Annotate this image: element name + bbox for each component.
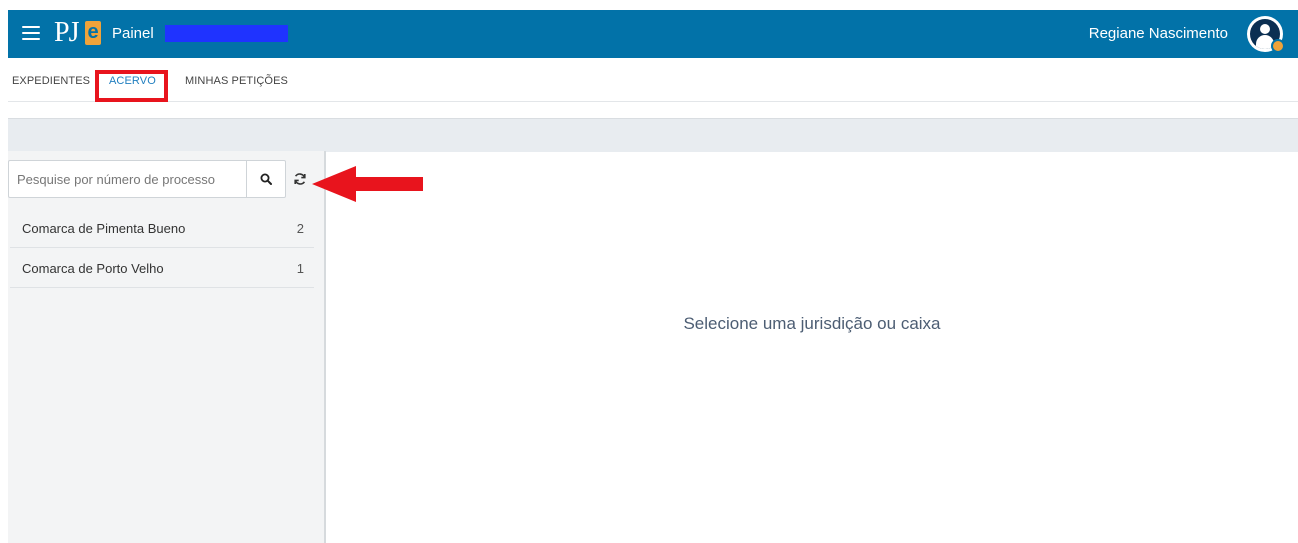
annotation-highlight-box (95, 70, 168, 102)
search-button[interactable] (246, 161, 285, 197)
redacted-block (165, 25, 288, 42)
tab-minhas-peticoes[interactable]: MINHAS PETIÇÕES (185, 75, 288, 87)
logo-e-badge: e (85, 21, 101, 45)
jurisdiction-sidebar: Comarca de Pimenta Bueno 2 Comarca de Po… (8, 151, 326, 543)
refresh-icon (294, 173, 306, 185)
top-header: PJ e Painel Regiane Nascimento (8, 10, 1298, 58)
search-icon (260, 173, 272, 185)
annotation-arrow-icon (312, 166, 423, 202)
hamburger-menu-icon[interactable] (22, 26, 40, 40)
jurisdiction-count: 2 (296, 221, 304, 236)
list-item[interactable]: Comarca de Pimenta Bueno 2 (10, 208, 314, 248)
tab-bar: EXPEDIENTES ACERVO MINHAS PETIÇÕES (8, 58, 1298, 102)
toolbar-band (8, 118, 1298, 152)
list-item[interactable]: Comarca de Porto Velho 1 (10, 248, 314, 288)
user-avatar-icon[interactable] (1247, 16, 1285, 53)
search-input[interactable] (9, 161, 241, 197)
status-dot (1271, 39, 1285, 53)
jurisdiction-name: Comarca de Porto Velho (22, 261, 164, 276)
tab-expedientes[interactable]: EXPEDIENTES (12, 75, 90, 87)
logo-pj-text: PJ (54, 17, 79, 48)
jurisdiction-name: Comarca de Pimenta Bueno (22, 221, 186, 236)
jurisdiction-count: 1 (296, 261, 304, 276)
page-title: Painel (112, 25, 154, 42)
refresh-button[interactable] (290, 169, 310, 189)
jurisdiction-list: Comarca de Pimenta Bueno 2 Comarca de Po… (10, 208, 314, 288)
user-name[interactable]: Regiane Nascimento (1089, 25, 1228, 42)
empty-state-message: Selecione uma jurisdição ou caixa (683, 314, 941, 333)
search-box (8, 160, 286, 198)
